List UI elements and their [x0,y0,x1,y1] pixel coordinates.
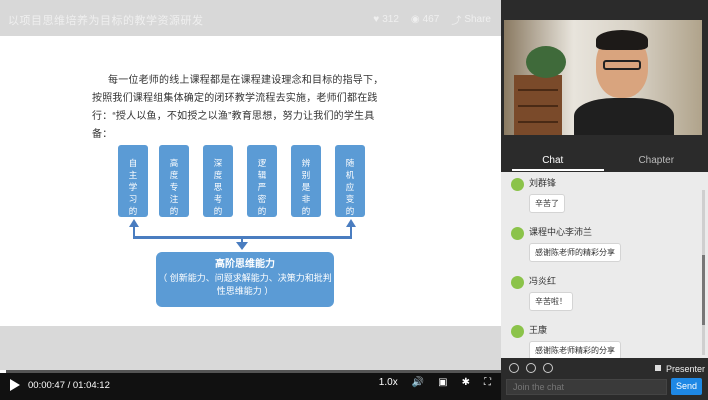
connector-arrow-down [236,242,248,250]
presenter-only-checkbox[interactable] [655,365,661,371]
chat-bubble: 感谢陈老师的精彩分享 [529,243,621,262]
views-count: 467 [422,14,440,25]
goal-box: 高阶思维能力 （ 创新能力、问题求解能力、决策力和批判性思维能力 ） [156,252,334,307]
camera-person-glasses [603,60,641,70]
chat-username: 王康 [529,325,548,335]
chat-bubble: 辛苦了 [529,194,565,213]
video-title: 以项目思维培养为目标的教学资源研发 [8,15,204,27]
user-avatar-icon [511,325,524,338]
user-avatar-icon [511,178,524,191]
camera-person-body [574,98,674,135]
fullscreen-window-icon[interactable]: ▣ [438,377,447,388]
flower-icon[interactable] [526,363,536,373]
chat-bubble: 感谢陈老师精彩的分享 [529,341,621,358]
ability-box: 辨别是非的能力 [291,145,321,240]
presenter-label: Presenter [666,364,706,374]
ability-box: 深度思考的能力 [203,145,233,240]
ability-label: 辨别是非的能力 [301,158,311,240]
chat-message: 王康 感谢陈老师精彩的分享 [501,323,708,358]
player-right-controls: 1.0x 🔊 ▣ ✱ ⛶ [379,377,491,388]
slide-paragraph-text: 每一位老师的线上课程都是在课程建设理念和目标的指导下，按照我们课程组集体确定的闭… [92,75,384,140]
share-button[interactable]: ⤴ Share [451,12,491,27]
volume-icon[interactable]: 🔊 [412,377,424,388]
chat-message: 冯炎红 辛苦啦！ [501,274,708,319]
camera-person-hair [596,30,648,50]
chat-message: 课程中心李沛兰 感谢陈老师的精彩分享 [501,225,708,270]
tab-chat[interactable]: Chat [501,152,605,170]
speed-button[interactable]: 1.0x [379,377,398,388]
presenter-camera [504,20,702,135]
ability-box: 高度专注的能力 [159,145,189,240]
ability-label: 逻辑严密的能力 [257,158,267,240]
playback-time: 00:00:47 / 01:04:12 [28,380,110,391]
video-player[interactable]: 以项目思维培养为目标的教学资源研发 ♥ 312 ◉ 467 ⤴ Share 每一位老师… [0,0,501,400]
settings-icon[interactable]: ✱ [462,377,470,388]
camera-plant [526,46,566,78]
chat-username: 冯炎红 [529,276,557,286]
ability-label: 深度思考的能力 [213,158,223,240]
chat-list[interactable]: 刘群锋 辛苦了 课程中心李沛兰 感谢陈老师的精彩分享 冯炎红 辛苦啦！ 王康 感… [501,172,708,358]
play-icon[interactable] [10,379,20,391]
user-avatar-icon [511,227,524,240]
ability-box: 随机应变的能力 [335,145,365,240]
video-title-bar: 以项目思维培养为目标的教学资源研发 ♥ 312 ◉ 467 ⤴ Share [0,0,501,36]
emoji-icon[interactable] [509,363,519,373]
likes-count: 312 [382,14,399,25]
chat-username: 刘群锋 [529,178,557,188]
active-tab-indicator [512,169,604,171]
goal-description: （ 创新能力、问题求解能力、决策力和批判性思维能力 ） [158,273,332,296]
send-button[interactable]: Send [671,378,702,395]
chat-message: 刘群锋 辛苦了 [501,176,708,221]
video-stats: ♥ 312 ◉ 467 ⤴ Share [373,12,491,27]
share-icon: ⤴ [451,16,462,27]
goal-title: 高阶思维能力 [215,259,275,270]
ability-box: 自主学习的能力 [118,145,148,240]
chat-input[interactable] [506,379,667,395]
tab-chapter[interactable]: Chapter [605,152,708,170]
progress-bar[interactable] [0,370,501,373]
image-icon[interactable] [543,363,553,373]
slide-paragraph: 每一位老师的线上课程都是在课程建设理念和目标的指导下，按照我们课程组集体确定的闭… [92,72,392,144]
side-tabs: Chat Chapter [501,152,708,170]
like-icon: ♥ [373,14,380,25]
slide-bottom-margin [0,326,501,370]
likes-stat[interactable]: ♥ 312 [373,12,399,27]
progress-fill [0,370,6,373]
views-stat: ◉ 467 [411,12,439,27]
user-avatar-icon [511,276,524,289]
chat-bubble: 辛苦啦！ [529,292,573,311]
ability-box: 逻辑严密的能力 [247,145,277,240]
eye-icon: ◉ [410,14,420,25]
fullscreen-icon[interactable]: ⛶ [484,377,491,388]
chat-username: 课程中心李沛兰 [529,227,593,237]
app-frame: 以项目思维培养为目标的教学资源研发 ♥ 312 ◉ 467 ⤴ Share 每一位老师… [0,0,708,400]
chat-scrollbar-thumb[interactable] [702,255,705,325]
presentation-slide: 每一位老师的线上课程都是在课程建设理念和目标的指导下，按照我们课程组集体确定的闭… [0,36,501,326]
share-label: Share [464,14,491,25]
camera-bookshelf [514,75,562,135]
player-controls: 00:00:47 / 01:04:12 1.0x 🔊 ▣ ✱ ⛶ [0,370,501,400]
ability-label: 高度专注的能力 [169,158,179,240]
